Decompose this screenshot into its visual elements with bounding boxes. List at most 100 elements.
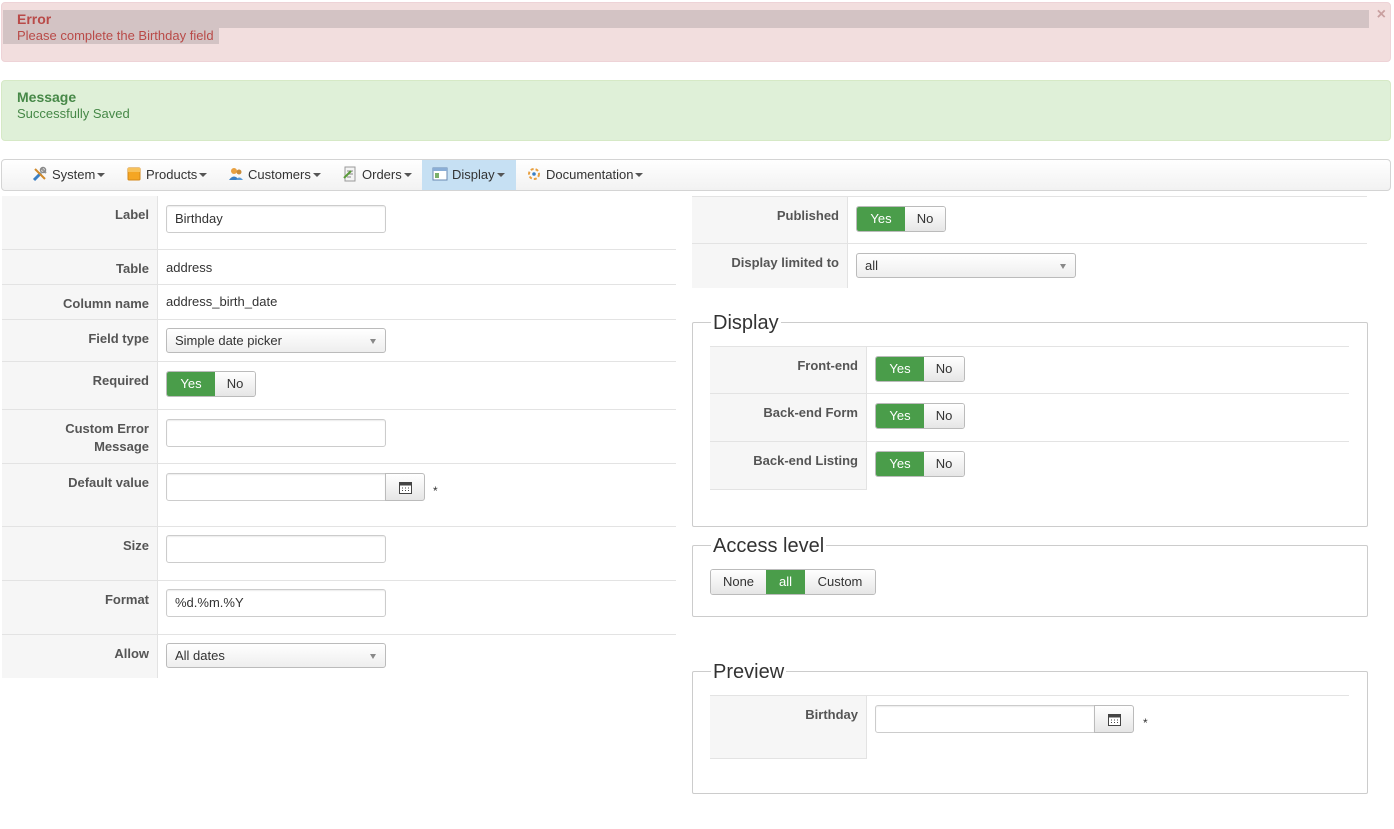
access-custom-button[interactable]: Custom (805, 570, 875, 594)
nav-display-label: Display (452, 167, 495, 182)
row-display-limited: Display limited to all (692, 244, 1367, 288)
row-format: Format %d.%m.%Y (2, 581, 676, 635)
access-level-toggle: None all Custom (710, 569, 876, 595)
calendar-icon (1108, 714, 1121, 726)
nav-customers[interactable]: Customers (218, 160, 321, 190)
row-field-type: Field type Simple date picker (2, 320, 676, 362)
calendar-icon (399, 482, 412, 494)
display-legend: Display (711, 311, 781, 335)
table-key: Table (2, 250, 158, 284)
allow-select[interactable]: All dates (166, 643, 386, 668)
row-column-name: Column name address_birth_date (2, 285, 676, 320)
allow-key: Allow (2, 635, 158, 678)
row-frontend: Front-end Yes No (710, 346, 1349, 394)
nav-documentation[interactable]: Documentation (516, 160, 644, 190)
row-required: Required Yes No (2, 362, 676, 410)
chevron-down-icon (312, 173, 321, 177)
row-backend-form: Back-end Form Yes No (710, 394, 1349, 442)
nav-products-label: Products (146, 167, 198, 182)
column-name-key: Column name (2, 285, 158, 319)
row-preview-birthday: Birthday * (710, 695, 1349, 759)
size-input[interactable] (166, 535, 386, 563)
default-value-key: Default value (2, 464, 158, 526)
backend-form-no-button[interactable]: No (924, 404, 964, 428)
size-key: Size (2, 527, 158, 580)
frontend-yes-button[interactable]: Yes (876, 357, 924, 381)
field-type-value: Simple date picker (175, 333, 282, 348)
access-level-legend: Access level (711, 534, 827, 558)
success-message: Successfully Saved (17, 106, 130, 121)
format-key: Format (2, 581, 158, 634)
required-yes-button[interactable]: Yes (167, 372, 215, 396)
frontend-key: Front-end (710, 347, 867, 393)
field-type-key: Field type (2, 320, 158, 361)
custom-error-input[interactable] (166, 419, 386, 447)
tools-icon (32, 163, 48, 182)
backend-form-yes-button[interactable]: Yes (876, 404, 924, 428)
published-no-button[interactable]: No (905, 207, 945, 231)
nav-orders-label: Orders (362, 167, 402, 182)
format-input[interactable]: %d.%m.%Y (166, 589, 386, 617)
frontend-toggle: Yes No (875, 356, 965, 382)
main-navbar: System Products Customers Orders Display… (1, 159, 1391, 191)
row-backend-listing: Back-end Listing Yes No (710, 442, 965, 490)
display-limited-key: Display limited to (692, 244, 848, 288)
nav-system-label: System (52, 167, 96, 182)
success-title: Message (17, 89, 77, 105)
backend-listing-no-button[interactable]: No (924, 452, 964, 476)
display-fieldset: Display Front-end Yes No Back-end Form Y… (692, 311, 1368, 527)
users-icon (228, 163, 244, 180)
row-default-value: Default value * (2, 464, 676, 527)
access-all-button[interactable]: all (766, 570, 805, 594)
required-no-button[interactable]: No (215, 372, 255, 396)
published-yes-button[interactable]: Yes (857, 207, 905, 231)
chevron-down-icon (199, 173, 208, 177)
row-allow: Allow All dates (2, 635, 676, 678)
nav-system[interactable]: System (22, 160, 106, 190)
published-key: Published (692, 197, 848, 243)
backend-listing-yes-button[interactable]: Yes (876, 452, 924, 476)
custom-error-key-line1: Custom Error (65, 421, 149, 436)
chevron-down-icon (370, 654, 376, 659)
row-published: Published Yes No (692, 196, 1367, 244)
nav-display[interactable]: Display (422, 160, 516, 190)
error-alert: Error Please complete the Birthday field… (1, 2, 1391, 62)
success-alert: Message Successfully Saved (1, 80, 1391, 141)
backend-form-key: Back-end Form (710, 394, 867, 441)
nav-products[interactable]: Products (116, 160, 208, 190)
preview-calendar-button[interactable] (1094, 705, 1134, 733)
error-message: Please complete the Birthday field (17, 28, 214, 43)
preview-legend: Preview (711, 660, 787, 684)
orders-icon (342, 163, 358, 182)
required-star: * (433, 484, 438, 498)
custom-error-key-line2: Message (94, 439, 149, 454)
preview-birthday-input[interactable] (875, 705, 1095, 733)
nav-orders[interactable]: Orders (332, 160, 412, 190)
required-key: Required (2, 362, 158, 409)
label-input[interactable]: Birthday (166, 205, 386, 233)
chevron-down-icon (370, 339, 376, 344)
published-toggle: Yes No (856, 206, 946, 232)
backend-form-toggle: Yes No (875, 403, 965, 429)
close-icon[interactable]: × (1377, 7, 1386, 23)
custom-error-key: Custom Error Message (2, 410, 158, 463)
backend-listing-toggle: Yes No (875, 451, 965, 477)
row-size: Size (2, 527, 676, 581)
default-value-calendar-button[interactable] (385, 473, 425, 501)
chevron-down-icon (97, 173, 106, 177)
display-limited-select[interactable]: all (856, 253, 1076, 278)
field-type-select[interactable]: Simple date picker (166, 328, 386, 353)
required-star: * (1143, 716, 1148, 730)
nav-documentation-label: Documentation (546, 167, 634, 182)
display-icon (432, 163, 448, 181)
box-icon (126, 163, 142, 181)
display-limited-value: all (865, 258, 879, 273)
default-value-input[interactable] (166, 473, 386, 501)
allow-value: All dates (175, 648, 225, 663)
access-none-button[interactable]: None (711, 570, 766, 594)
chevron-down-icon (403, 173, 412, 177)
access-level-fieldset: Access level None all Custom (692, 534, 1368, 617)
table-value: address (166, 260, 213, 275)
preview-birthday-key: Birthday (710, 696, 867, 759)
frontend-no-button[interactable]: No (924, 357, 964, 381)
